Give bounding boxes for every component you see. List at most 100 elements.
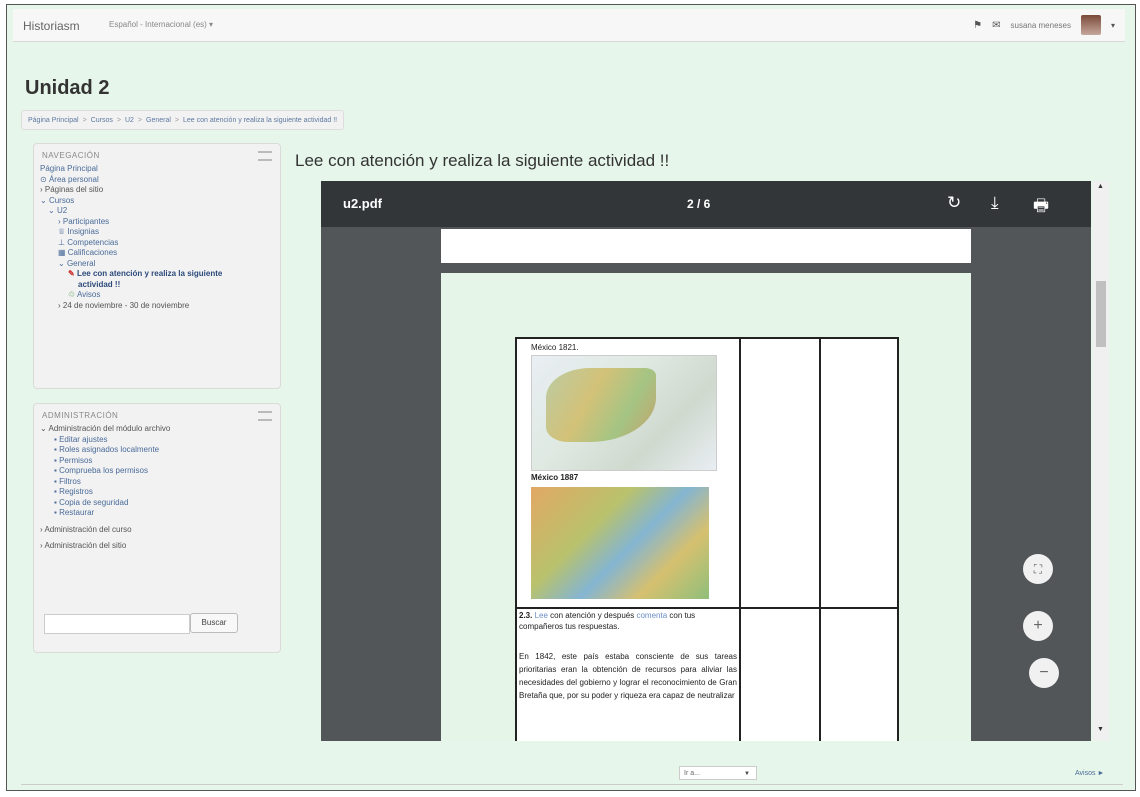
nav-item-competencies[interactable]: ⊥ Competencias [40, 238, 280, 249]
administration-heading: ADMINISTRACIÓN [42, 411, 119, 420]
badge-icon: ♕ [58, 227, 68, 236]
jump-to-select[interactable]: Ir a... ▼ [679, 766, 757, 780]
forum-icon: ♲ [68, 290, 77, 299]
pdf-file-name: u2.pdf [343, 196, 382, 211]
keyword-lee: Lee [534, 611, 548, 620]
section-number: 2.3. [519, 611, 533, 620]
navigation-tree: Página Principal ⊙ Área personal › Págin… [34, 164, 280, 311]
collapse-icon: ⌄ [58, 258, 67, 268]
pdf-page: México 1821. México 1887 2.3. Lee con at… [441, 273, 971, 741]
instruction-paragraph: 2.3. Lee con atención y después comenta … [517, 610, 739, 632]
nav-item-courses[interactable]: ⌄ Cursos [40, 196, 280, 207]
next-activity-link[interactable]: Avisos ► [1075, 770, 1104, 777]
top-navbar: Historiasm Español - Internacional (es) … [13, 9, 1125, 42]
browser-frame: Historiasm Español - Internacional (es) … [6, 4, 1136, 791]
scroll-down-icon[interactable]: ▼ [1097, 726, 1104, 733]
navigation-block: NAVEGACIÓN Página Principal ⊙ Área perso… [33, 143, 281, 389]
admin-item-permissions[interactable]: ▪ Permisos [40, 456, 280, 467]
reading-paragraph: En 1842, este país estaba consciente de … [519, 652, 737, 700]
viewer-scrollbar[interactable]: ▲ ▼ [1093, 181, 1109, 741]
rotate-icon[interactable]: ↻ [947, 193, 961, 213]
user-name[interactable]: susana meneses [1011, 21, 1071, 30]
document-table: México 1821. México 1887 2.3. Lee con at… [515, 337, 899, 741]
site-brand[interactable]: Historiasm [23, 19, 80, 33]
admin-item-logs[interactable]: ▪ Registros [40, 487, 280, 498]
admin-item-backup[interactable]: ▪ Copia de seguridad [40, 498, 280, 509]
breadcrumb-separator: > [82, 116, 87, 124]
nav-item-badges[interactable]: ♕ Insignias [40, 227, 280, 238]
dashboard-icon: ⊙ [40, 174, 49, 184]
keyword-comenta: comenta [636, 611, 668, 620]
admin-item-course[interactable]: › Administración del curso [40, 525, 280, 536]
nav-item-participants[interactable]: › Participantes [40, 217, 280, 228]
pdf-page-indicator: 2 / 6 [687, 197, 711, 211]
admin-item-filters[interactable]: ▪ Filtros [40, 477, 280, 488]
table-divider [819, 339, 821, 741]
nav-item-home[interactable]: Página Principal [40, 164, 280, 175]
download-icon[interactable]: ⤓ [991, 193, 999, 213]
pdf-viewer: u2.pdf 2 / 6 ↻ ⤓ 🖶 México 1821. México 1… [321, 181, 1091, 741]
nav-item-general[interactable]: ⌄ General [40, 259, 280, 270]
notification-icon[interactable]: ⚑ [973, 20, 982, 31]
user-menu: ⚑ ✉ susana meneses ▾ [973, 15, 1115, 35]
collapse-icon: ⌄ [48, 206, 57, 215]
admin-item-restore[interactable]: ▪ Restaurar [40, 508, 280, 519]
admin-item-module[interactable]: ⌄ Administración del módulo archivo [40, 424, 280, 435]
nav-item-current-activity-cont[interactable]: actividad !! [40, 280, 280, 291]
nav-item-current-activity[interactable]: ✎ Lee con atención y realiza la siguient… [40, 269, 280, 280]
page-title: Unidad 2 [25, 77, 110, 99]
map-territory [546, 368, 656, 442]
breadcrumb: Página Principal > Cursos > U2 > General > L… [21, 110, 345, 130]
grades-icon: ▦ [58, 248, 68, 257]
breadcrumb-course[interactable]: U2 [125, 117, 134, 124]
nav-item-grades[interactable]: ▦ Calificaciones [40, 248, 280, 259]
zoom-out-button[interactable]: − [1029, 658, 1059, 688]
nav-item-site-pages[interactable]: › Páginas del sitio [40, 185, 280, 196]
admin-search-input[interactable] [44, 614, 190, 634]
administration-tree: ⌄ Administración del módulo archivo ▪ Ed… [34, 424, 280, 552]
caret-icon[interactable]: ▾ [1111, 21, 1115, 30]
breadcrumb-activity[interactable]: Lee con atención y realiza la siguiente … [183, 117, 337, 124]
message-icon[interactable]: ✉ [992, 20, 1000, 31]
admin-item-check-permissions[interactable]: ▪ Comprueba los permisos [40, 466, 280, 477]
breadcrumb-separator: > [137, 116, 143, 124]
collapse-icon: ⌄ [40, 195, 49, 205]
nav-item-news[interactable]: ♲ Avisos [40, 290, 280, 301]
nav-item-u2[interactable]: ⌄ U2 [40, 206, 280, 217]
zoom-in-button[interactable]: + [1023, 611, 1053, 641]
map-caption-1821: México 1821. [531, 343, 579, 352]
scrollbar-thumb[interactable] [1096, 281, 1106, 347]
admin-item-site[interactable]: › Administración del sitio [40, 541, 280, 552]
avatar[interactable] [1080, 15, 1101, 35]
chevron-down-icon: ▼ [744, 771, 750, 777]
nav-item-week[interactable]: › 24 de noviembre - 30 de noviembre [40, 301, 280, 312]
scroll-up-icon[interactable]: ▲ [1097, 183, 1104, 190]
breadcrumb-home[interactable]: Página Principal [28, 117, 79, 124]
breadcrumb-separator: > [174, 116, 180, 124]
breadcrumb-section[interactable]: General [146, 117, 171, 124]
activity-title: Lee con atención y realiza la siguiente … [295, 151, 670, 170]
table-divider [739, 339, 741, 741]
map-caption-1887: México 1887 [531, 473, 579, 482]
competency-icon: ⊥ [58, 237, 68, 247]
table-divider [517, 607, 897, 609]
nav-item-dashboard[interactable]: ⊙ Área personal [40, 175, 280, 186]
instruction-text: con atención y después [550, 611, 635, 620]
breadcrumb-courses[interactable]: Cursos [91, 117, 113, 124]
admin-item-local-roles[interactable]: ▪ Roles asignados localmente [40, 445, 280, 456]
block-toggle-icon[interactable] [258, 411, 272, 421]
breadcrumb-separator: > [116, 116, 121, 124]
search-button[interactable]: Buscar [190, 613, 238, 633]
pdf-file-icon: ✎ [68, 269, 77, 278]
fit-page-button[interactable]: ⛶ [1023, 554, 1053, 584]
block-toggle-icon[interactable] [258, 151, 272, 161]
pdf-toolbar: u2.pdf 2 / 6 ↻ ⤓ 🖶 [321, 181, 1091, 227]
administration-block: ADMINISTRACIÓN ⌄ Administración del módu… [33, 403, 281, 653]
print-icon[interactable]: 🖶 [1033, 193, 1049, 222]
language-menu[interactable]: Español - Internacional (es) ▾ [109, 20, 213, 29]
map-mexico-1821 [531, 355, 717, 471]
map-mexico-1887 [531, 487, 709, 599]
admin-item-edit-settings[interactable]: ▪ Editar ajustes [40, 435, 280, 446]
navigation-heading: NAVEGACIÓN [42, 151, 100, 160]
divider [21, 784, 1123, 785]
